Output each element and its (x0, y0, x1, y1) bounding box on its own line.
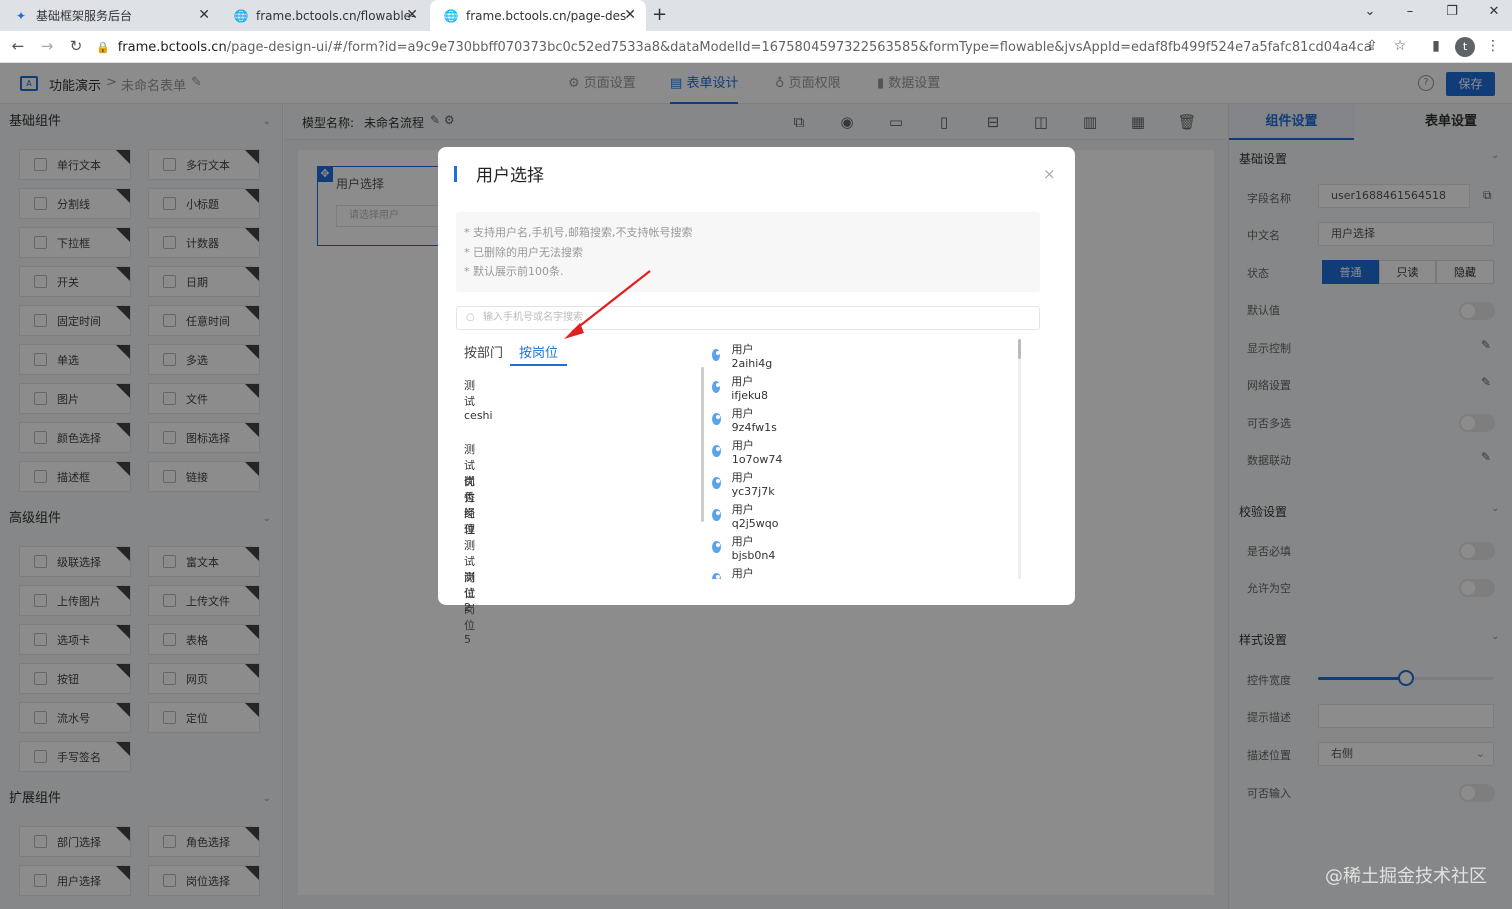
annotation-arrow-icon (564, 270, 651, 339)
tips-box: * 支持用户名,手机号,邮箱搜索,不支持帐号搜索 * 已删除的用户无法搜索 * … (456, 212, 1040, 292)
user-name: 用户9z4fw1s (731, 406, 777, 434)
close-tab-icon[interactable]: ✕ (198, 7, 210, 23)
browser-tab-2[interactable]: 🌐 frame.bctools.cn/flowable-ui/ ✕ (220, 0, 428, 31)
user-avatar-icon (712, 477, 721, 489)
user-avatar-icon (712, 445, 721, 457)
tip-line: * 支持用户名,手机号,邮箱搜索,不支持帐号搜索 (464, 226, 693, 239)
user-name: 用户yc37j7k (731, 470, 775, 498)
browser-tab-3-active[interactable]: 🌐 frame.bctools.cn/page-design ✕ (430, 0, 646, 31)
tip-line: * 已删除的用户无法搜索 (464, 245, 583, 259)
minimize-icon[interactable]: – (1400, 4, 1420, 19)
tab-search-icon[interactable]: ⌄ (1360, 4, 1380, 19)
user-scroll-track (1018, 339, 1021, 579)
url-host: frame.bctools.cn (117, 39, 227, 55)
watermark: @稀土掘金技术社区 (1325, 866, 1487, 887)
user-name: 用户2aihi4g (731, 342, 773, 370)
user-name: 用户bjsb0n4 (731, 534, 776, 562)
user-item[interactable]: 用户9z4fw1s (712, 407, 780, 434)
dialog-title: 用户选择 (476, 166, 544, 186)
browser-tab-bar: ✦ 基础框架服务后台 ✕ 🌐 frame.bctools.cn/flowable… (0, 0, 1512, 31)
address-bar: ← → ↻ 🔒 frame.bctools.cn/page-design-ui/… (0, 31, 1512, 63)
url-field[interactable]: 🔒 frame.bctools.cn/page-design-ui/#/form… (96, 34, 1416, 60)
window-close-icon[interactable]: ✕ (1484, 4, 1504, 19)
reload-icon[interactable]: ↻ (66, 37, 86, 55)
profile-avatar[interactable]: t (1455, 37, 1475, 57)
browser-tab-title: frame.bctools.cn/flowable-ui/ (256, 8, 416, 23)
user-avatar-icon (712, 381, 721, 393)
user-avatar-icon (712, 541, 721, 553)
user-avatar-icon (712, 509, 721, 521)
new-tab-button[interactable]: + (652, 4, 667, 25)
user-avatar-icon (712, 349, 721, 361)
user-avatar-icon (712, 573, 721, 579)
user-select-dialog: 用户选择 × * 支持用户名,手机号,邮箱搜索,不支持帐号搜索 * 已删除的用户… (438, 147, 1075, 646)
globe-icon: 🌐 (443, 8, 459, 23)
user-search-input[interactable]: ○ 输入手机号或名字搜索 (456, 306, 1040, 330)
close-tab-icon[interactable]: ✕ (624, 7, 636, 23)
title-accent-bar (454, 166, 457, 182)
user-item[interactable]: 用户65v7im8 (712, 567, 783, 579)
user-item[interactable]: 用户1o7ow74 (712, 439, 785, 466)
user-name: 用户ifjeku8 (731, 374, 769, 402)
position-item[interactable]: 测试岗位5 (464, 569, 475, 646)
sidebar-icon[interactable]: ▮ (1426, 38, 1446, 54)
user-name: 用户q2j5wqo (731, 502, 779, 530)
browser-tab-title: frame.bctools.cn/page-design (466, 8, 626, 23)
globe-icon: 🌐 (233, 8, 249, 23)
user-name: 用户65v7im8 (731, 566, 754, 580)
user-name: 用户1o7ow74 (731, 438, 783, 466)
user-scrollbar[interactable] (1018, 339, 1021, 359)
forward-icon[interactable]: → (37, 37, 57, 55)
user-item[interactable]: 用户q2j5wqo (712, 503, 782, 530)
user-item[interactable]: 用户2aihi4g (712, 343, 776, 370)
close-tab-icon[interactable]: ✕ (406, 7, 418, 23)
close-icon[interactable]: × (1043, 165, 1056, 183)
lock-icon: 🔒 (96, 40, 110, 54)
user-item[interactable]: 用户ifjeku8 (712, 375, 772, 402)
user-item[interactable]: 用户bjsb0n4 (712, 535, 779, 562)
search-icon: ○ (466, 312, 475, 323)
browser-tab-title: 基础框架服务后台 (36, 9, 133, 23)
menu-kebab-icon[interactable]: ⋮ (1483, 38, 1503, 54)
user-avatar-icon (712, 413, 721, 425)
tip-line: * 默认展示前100条. (464, 265, 564, 278)
user-list-viewport: 用户2aihi4g 用户ifjeku8 用户9z4fw1s 用户1o7ow74 用户yc… (438, 339, 1075, 579)
share-icon[interactable]: ⇪ (1362, 38, 1382, 54)
back-icon[interactable]: ← (8, 37, 28, 55)
browser-tab-1[interactable]: ✦ 基础框架服务后台 ✕ (0, 0, 220, 31)
bookmark-star-icon[interactable]: ☆ (1390, 38, 1410, 54)
maximize-icon[interactable]: ❐ (1442, 4, 1462, 19)
url-path: /page-design-ui/#/form?id=a9c9e730bbff07… (226, 39, 1372, 55)
user-item[interactable]: 用户yc37j7k (712, 471, 778, 498)
app-favicon-icon: ✦ (15, 8, 27, 23)
